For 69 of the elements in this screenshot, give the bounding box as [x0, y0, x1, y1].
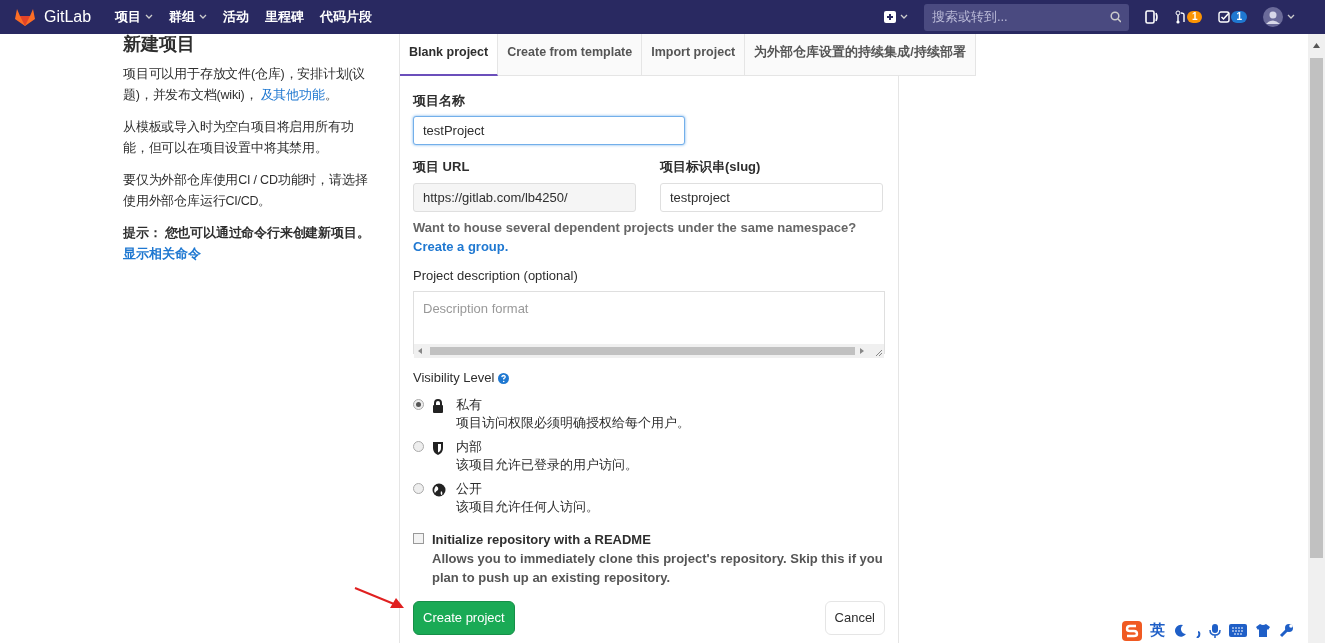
- moon-icon[interactable]: [1173, 623, 1187, 638]
- option-label: 公开: [456, 479, 483, 497]
- description-text: 提示： 您也可以通过命令行来创建新项目。: [123, 224, 371, 242]
- page-title: 新建项目: [123, 34, 196, 56]
- option-description: 该项目允许任何人访问。: [456, 497, 599, 516]
- nav-menu-item[interactable]: 里程碑: [265, 7, 305, 27]
- search-field[interactable]: 搜索或转到...: [931, 7, 1110, 27]
- keyboard-icon[interactable]: [1229, 624, 1247, 637]
- field-label: 项目 URL: [413, 158, 471, 177]
- field-label: 项目名称: [413, 91, 466, 110]
- nav-menu-item[interactable]: 项目: [115, 7, 154, 27]
- help-text: Want to house several dependent projects under the same namespace? Create a group.: [413, 218, 858, 256]
- plus-square-icon: [883, 11, 896, 23]
- nav-menu-item[interactable]: 群组: [169, 7, 208, 27]
- caret-icon: [145, 14, 154, 20]
- description-text: 要仅为外部仓库使用CI / CD功能时，请选择使用外部仓库运行CI/CD。: [123, 171, 369, 210]
- new-button[interactable]: [883, 11, 908, 23]
- cancel-button[interactable]: Cancel: [824, 601, 885, 635]
- lock-icon: [432, 399, 444, 414]
- avatar-icon: [1263, 7, 1283, 27]
- globe-icon: [432, 483, 446, 498]
- option-description: 该项目允许已登录的用户访问。: [456, 455, 638, 474]
- project-url-field[interactable]: https://gitlab.com/lb4250/: [413, 182, 636, 212]
- radio-button[interactable]: [413, 482, 424, 494]
- todos-button[interactable]: 1: [1218, 11, 1247, 23]
- tab[interactable]: Blank project: [400, 34, 499, 76]
- option-label: 内部: [456, 437, 483, 455]
- tab[interactable]: 为外部仓库设置的持续集成/持续部署: [745, 34, 976, 76]
- user-menu[interactable]: [1263, 7, 1295, 27]
- caret-icon: [199, 14, 208, 20]
- field-label: Visibility Level: [413, 369, 495, 388]
- wrench-icon[interactable]: [1279, 623, 1294, 638]
- project-name-field[interactable]: testProject: [413, 116, 685, 146]
- option-label: 私有: [456, 395, 483, 413]
- shield-icon: [432, 441, 444, 456]
- checkbox-label: Initialize repository with a README: [432, 530, 652, 549]
- search-icon: [1109, 11, 1121, 23]
- merge-request-icon: [1174, 10, 1187, 24]
- tab[interactable]: Import project: [642, 34, 746, 76]
- field-label: Project description (optional): [413, 266, 579, 285]
- input-mode-indicator[interactable]: 英: [1150, 619, 1165, 642]
- more-features-link[interactable]: 及其他功能: [260, 87, 325, 102]
- radio-button[interactable]: [413, 440, 424, 452]
- help-text: Allows you to immediately clone this project's repository. Skip this if you plan to push up an existing repository.: [432, 550, 884, 588]
- nav-menu-item[interactable]: 代码片段: [320, 7, 373, 27]
- shirt-icon[interactable]: [1255, 623, 1271, 638]
- caret-icon: [899, 14, 908, 20]
- search-field[interactable]: 搜索或转到...: [923, 3, 1129, 31]
- checkbox[interactable]: [413, 532, 424, 544]
- count-badge: 1: [1231, 11, 1247, 23]
- description-field[interactable]: Description format: [413, 291, 885, 355]
- help-icon[interactable]: [498, 372, 510, 384]
- tab[interactable]: Create from template: [498, 34, 643, 76]
- nav-menu-item[interactable]: 活动: [223, 7, 250, 27]
- description-text: 从模板或导入时为空白项目将启用所有功能，但可以在项目设置中将其禁用。: [123, 118, 355, 157]
- create-group-link[interactable]: Create a group.: [413, 238, 509, 254]
- brand-name[interactable]: GitLab: [44, 5, 92, 29]
- show-commands-link[interactable]: 显示相关命令: [123, 243, 201, 264]
- count-badge: 1: [1186, 11, 1203, 23]
- checkbox-icon: [1218, 11, 1232, 23]
- project-slug-field[interactable]: testproject: [660, 182, 883, 212]
- option-description: 项目访问权限必须明确授权给每个用户。: [456, 413, 690, 432]
- sidebar-toggle-icon[interactable]: [1144, 10, 1159, 24]
- radio-button[interactable]: [413, 398, 424, 410]
- microphone-icon[interactable]: [1209, 622, 1221, 639]
- description-text: 项目可以用于存放文件(仓库)，安排计划(议题)，并发布文档(wiki)， 及其他功能。: [123, 65, 367, 104]
- caret-icon: [1287, 14, 1295, 20]
- fox-logo-icon[interactable]: [14, 7, 36, 27]
- field-label: 项目标识串(slug): [660, 158, 762, 177]
